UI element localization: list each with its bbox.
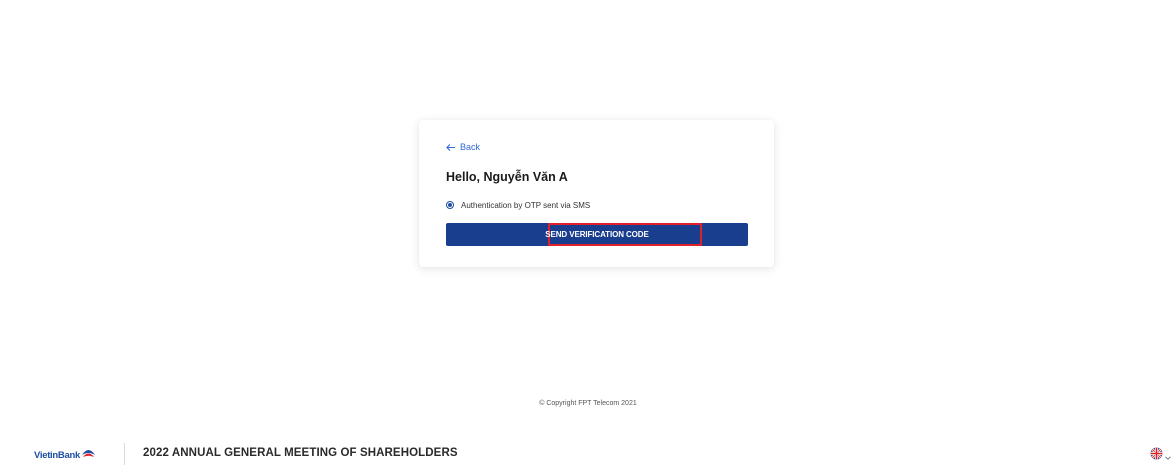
logo-text: VietinBank: [34, 449, 80, 461]
meeting-title: 2022 ANNUAL GENERAL MEETING OF SHAREHOLD…: [143, 447, 458, 459]
language-selector[interactable]: [1150, 447, 1171, 465]
chevron-down-icon: [1165, 447, 1171, 465]
otp-sms-option[interactable]: Authentication by OTP sent via SMS: [446, 199, 590, 211]
otp-card: Back Hello, Nguyễn Văn A Authentication …: [419, 120, 774, 267]
greeting-heading: Hello, Nguyễn Văn A: [446, 170, 568, 184]
logo-mark-icon: [81, 446, 96, 464]
otp-sms-label: Authentication by OTP sent via SMS: [461, 200, 591, 210]
back-link[interactable]: Back: [446, 140, 480, 154]
footer-bar: VietinBank 2022 ANNUAL GENERAL MEETING O…: [0, 438, 1176, 470]
otp-sms-radio[interactable]: [446, 201, 454, 209]
send-verification-code-button[interactable]: SEND VERIFICATION CODE: [446, 223, 748, 246]
send-verification-code-label: SEND VERIFICATION CODE: [545, 230, 649, 239]
uk-flag-icon: [1150, 447, 1163, 465]
vietinbank-logo: VietinBank: [34, 446, 96, 464]
copyright-text: © Copyright FPT Telecom 2021: [539, 400, 637, 407]
arrow-left-icon: [446, 143, 455, 151]
back-label: Back: [460, 142, 481, 152]
footer-divider: [124, 443, 125, 465]
